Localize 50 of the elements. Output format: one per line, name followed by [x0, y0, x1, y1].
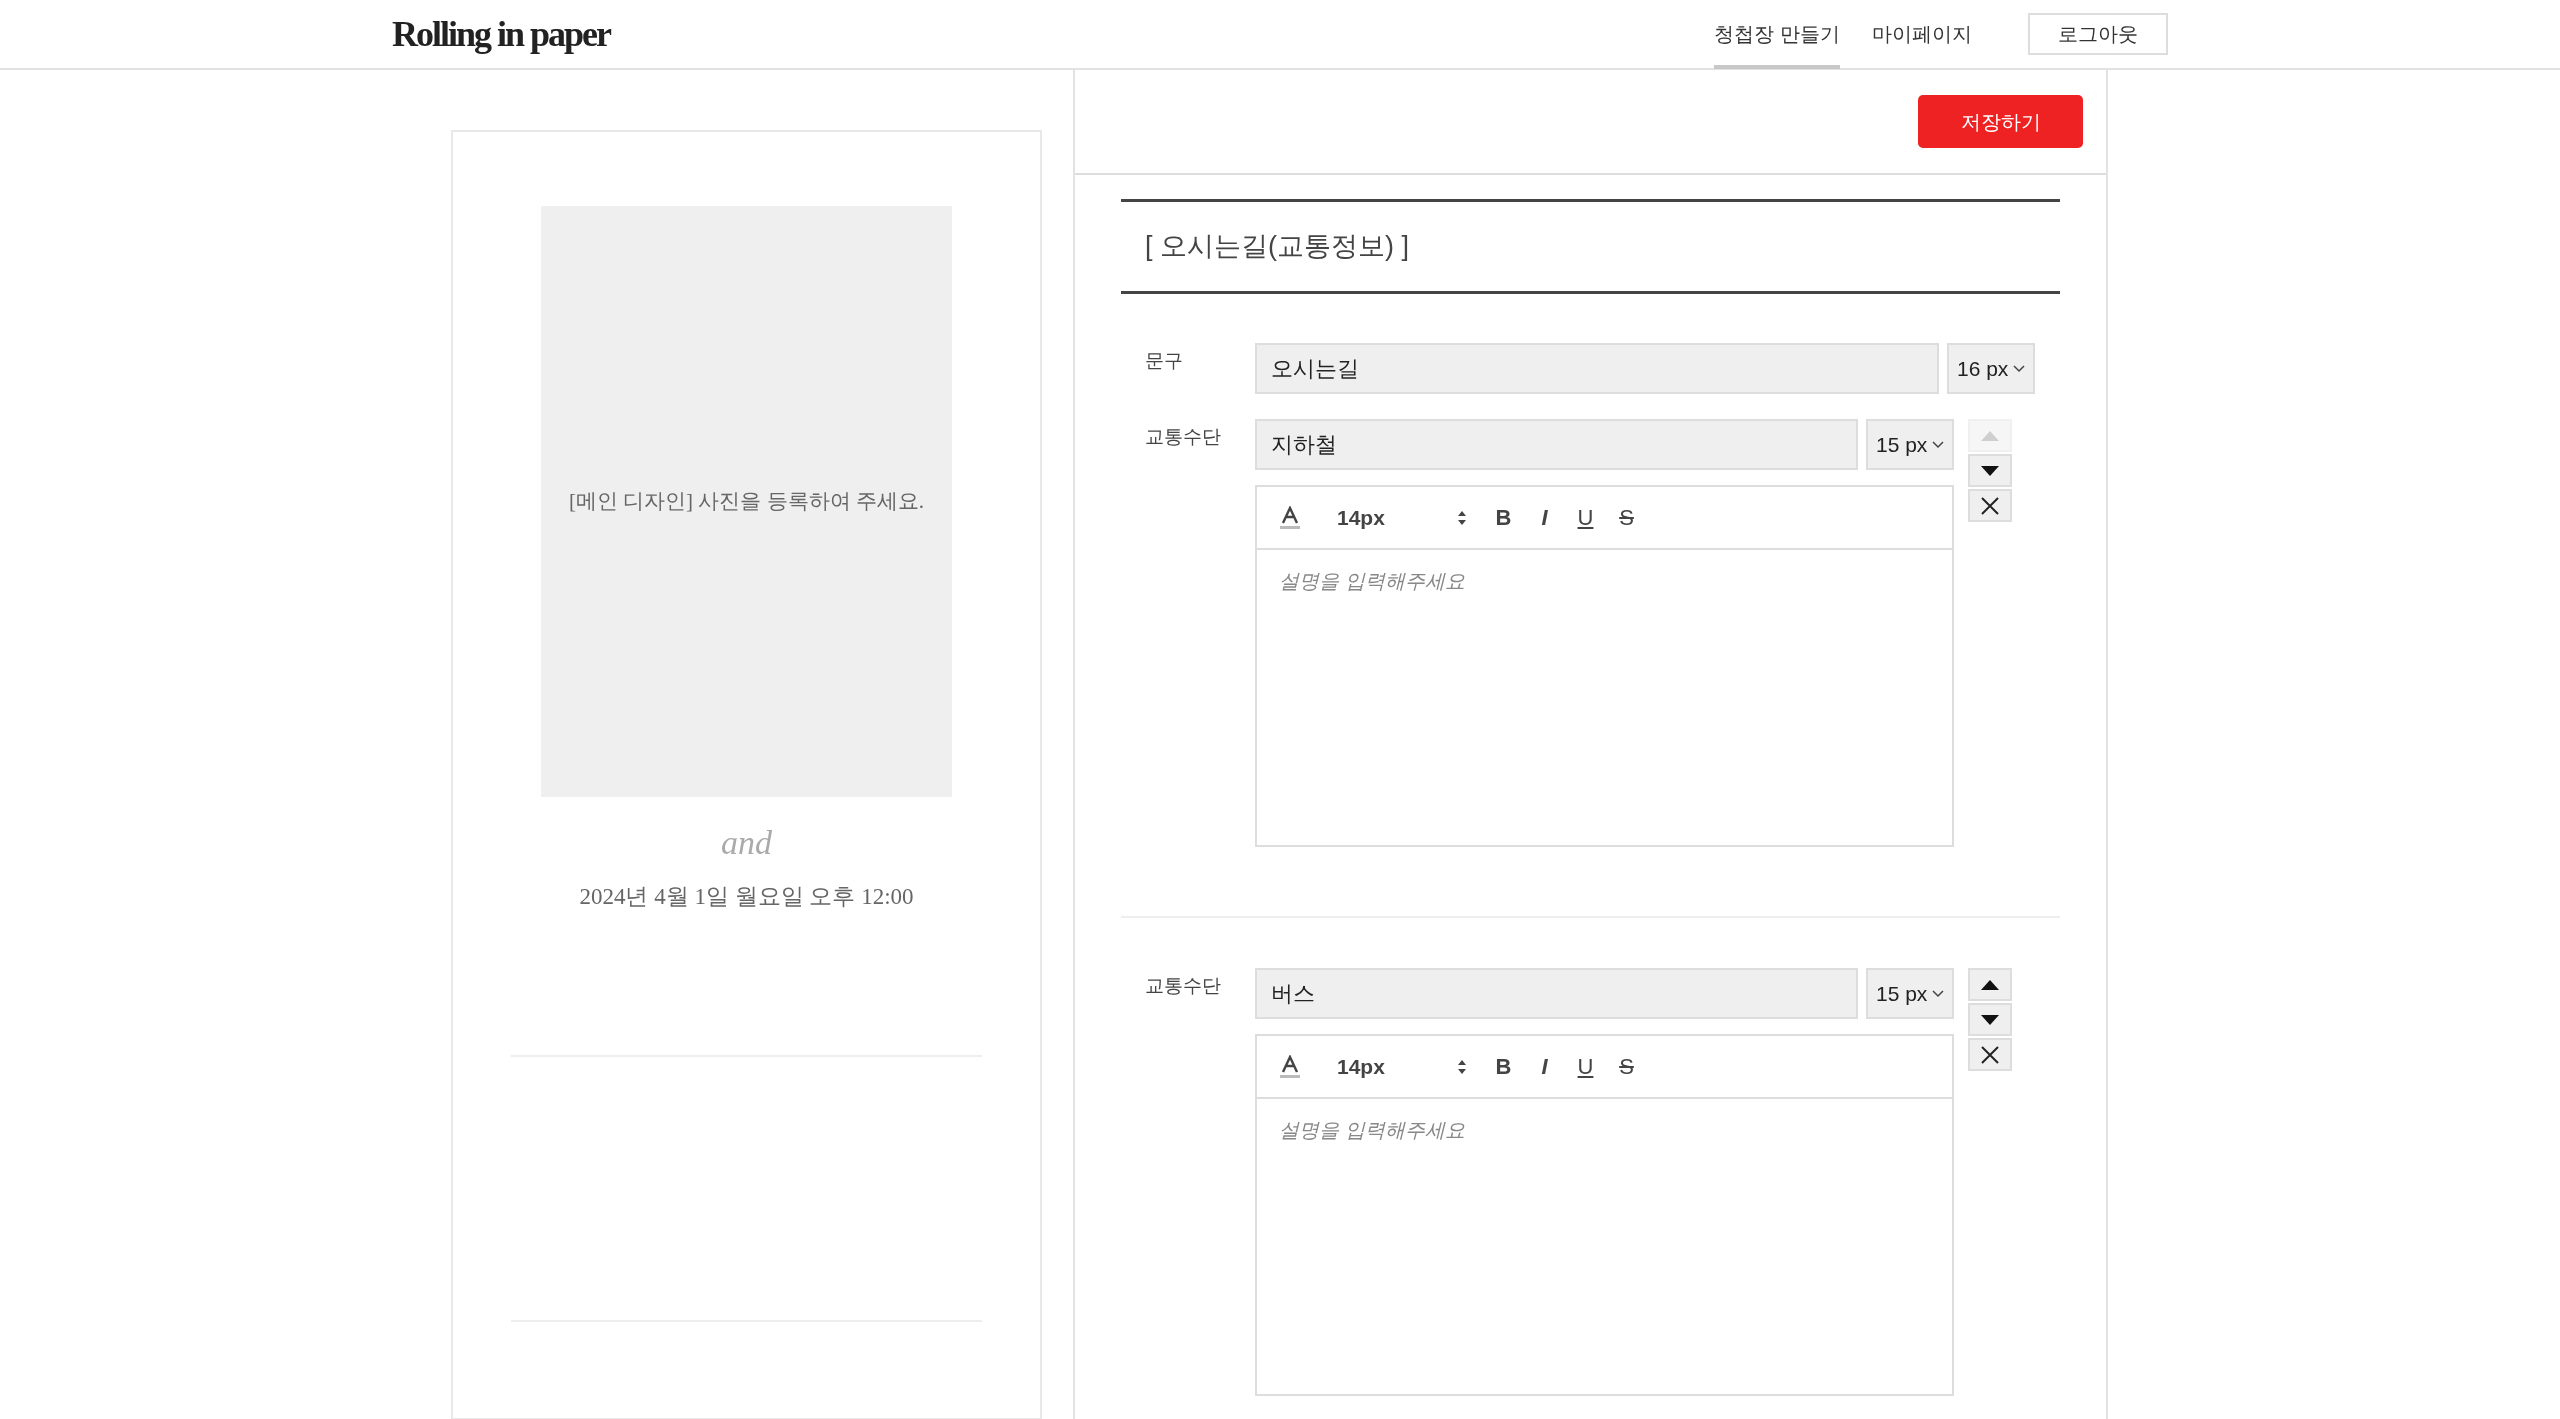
up-down-icon [1457, 1058, 1467, 1075]
field-label: 교통수단 [1144, 425, 1222, 449]
up-down-icon [1457, 509, 1467, 526]
rich-text-editor[interactable]: 14px B I U S 설명을 입력해주세요 [1255, 1034, 1954, 1396]
description-placeholder: 설명을 입력해주세요 [1278, 569, 1466, 594]
nav-link[interactable]: 청첩장 만들기 [1714, 0, 1840, 69]
close-icon [1981, 496, 1999, 515]
conjunction-text: and [721, 823, 772, 863]
italic-button[interactable]: I [1524, 501, 1565, 534]
strike-button[interactable]: S [1606, 501, 1647, 534]
triangle-down-icon [1981, 1014, 1999, 1025]
close-icon [1981, 1045, 1999, 1064]
text-field[interactable]: 오시는길 [1255, 343, 1939, 394]
delete-button[interactable] [1968, 1038, 2012, 1071]
triangle-up-icon [1981, 430, 1999, 441]
section-title: [ 오시는길(교통정보) ] [1145, 230, 1409, 264]
wedding-date: 2024년 4월 1일 월요일 오후 12:00 [579, 883, 914, 911]
nav-link[interactable]: 마이페이지 [1872, 0, 1972, 69]
photo-hint: [메인 디자인] 사진을 등록하여 주세요. [568, 487, 925, 515]
field-label: 교통수단 [1144, 974, 1222, 998]
underline-button[interactable]: U [1565, 501, 1606, 534]
size-dropdown[interactable]: 16 px [1947, 343, 2035, 394]
rich-text-editor[interactable]: 14px B I U S 설명을 입력해주세요 [1255, 485, 1954, 847]
save-button[interactable]: 저장하기 [1918, 95, 2083, 148]
bold-button[interactable]: B [1483, 501, 1524, 534]
move-down-button[interactable] [1968, 454, 2012, 487]
underline-button[interactable]: U [1565, 1050, 1606, 1083]
text-color-icon[interactable] [1279, 1054, 1301, 1079]
triangle-down-icon [1981, 465, 1999, 476]
italic-button[interactable]: I [1524, 1050, 1565, 1083]
move-down-button[interactable] [1968, 1003, 2012, 1036]
chevron-down-icon [1932, 989, 1944, 998]
chevron-down-icon [2013, 364, 2025, 373]
field-label: 문구 [1144, 349, 1184, 373]
size-dropdown[interactable]: 15 px [1866, 968, 1954, 1019]
description-placeholder: 설명을 입력해주세요 [1278, 1118, 1466, 1143]
text-color-icon[interactable] [1279, 505, 1301, 530]
size-dropdown[interactable]: 15 px [1866, 419, 1954, 470]
logo[interactable]: Rolling in paper [392, 7, 611, 61]
triangle-up-icon [1981, 979, 1999, 990]
font-size-select[interactable]: 14px [1337, 501, 1467, 534]
logout-button[interactable]: 로그아웃 [2028, 13, 2168, 55]
delete-button[interactable] [1968, 489, 2012, 522]
text-field[interactable]: 지하철 [1255, 419, 1858, 470]
text-field[interactable]: 버스 [1255, 968, 1858, 1019]
chevron-down-icon [1932, 440, 1944, 449]
bold-button[interactable]: B [1483, 1050, 1524, 1083]
font-size-select[interactable]: 14px [1337, 1050, 1467, 1083]
strike-button[interactable]: S [1606, 1050, 1647, 1083]
move-up-button[interactable] [1968, 968, 2012, 1001]
